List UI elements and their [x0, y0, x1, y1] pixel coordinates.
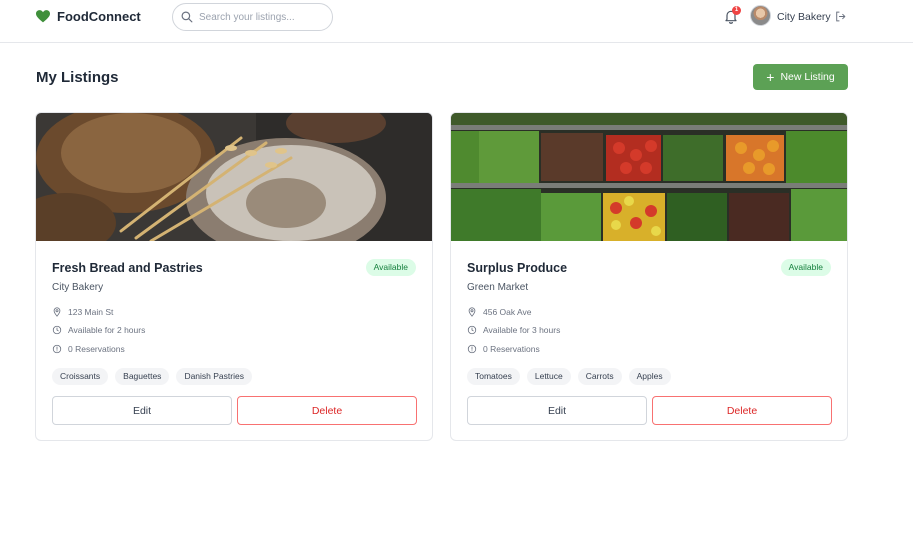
address-text: 456 Oak Ave	[483, 307, 532, 317]
tag: Danish Pastries	[176, 368, 252, 385]
map-pin-icon	[468, 307, 476, 317]
logout-icon[interactable]	[834, 10, 847, 23]
app-name: FoodConnect	[57, 9, 141, 24]
new-listing-button[interactable]: + New Listing	[753, 64, 848, 90]
app-logo[interactable]: FoodConnect	[36, 9, 141, 24]
tag-list: Croissants Baguettes Danish Pastries	[52, 368, 252, 385]
tag-list: Tomatoes Lettuce Carrots Apples	[467, 368, 671, 385]
plus-icon: +	[766, 69, 775, 85]
listing-availability: Available for 2 hours	[52, 325, 145, 335]
listing-reservations: 0 Reservations	[467, 344, 540, 354]
delete-button[interactable]: Delete	[237, 396, 417, 425]
tag: Baguettes	[115, 368, 170, 385]
reservations-text: 0 Reservations	[68, 344, 125, 354]
tag: Carrots	[577, 368, 622, 385]
edit-button[interactable]: Edit	[52, 396, 232, 425]
availability-text: Available for 3 hours	[483, 325, 561, 335]
notification-badge: 1	[732, 6, 741, 15]
listing-card: Fresh Bread and Pastries Available City …	[35, 112, 433, 441]
alert-circle-icon	[52, 344, 62, 354]
listing-title: Surplus Produce	[467, 261, 568, 275]
listing-image-produce	[451, 113, 847, 241]
new-listing-label: New Listing	[780, 71, 835, 83]
listing-address: 123 Main St	[52, 307, 113, 317]
status-badge: Available	[365, 259, 416, 276]
tag: Apples	[628, 368, 671, 385]
user-name[interactable]: City Bakery	[777, 11, 831, 23]
listing-availability: Available for 3 hours	[467, 325, 560, 335]
listing-reservations: 0 Reservations	[52, 344, 125, 354]
clock-icon	[467, 325, 477, 335]
tag: Lettuce	[526, 368, 571, 385]
clock-icon	[52, 325, 62, 335]
availability-text: Available for 2 hours	[68, 325, 146, 335]
listing-image-bread	[36, 113, 432, 241]
heart-icon	[36, 10, 50, 23]
listing-organization: Green Market	[467, 282, 529, 293]
search-input[interactable]	[199, 11, 319, 23]
alert-circle-icon	[467, 344, 477, 354]
tag: Tomatoes	[467, 368, 520, 385]
listing-card: Surplus Produce Available Green Market 4…	[450, 112, 848, 441]
top-navigation-bar: FoodConnect 1 City Bakery	[0, 0, 913, 43]
listing-title: Fresh Bread and Pastries	[52, 261, 203, 275]
avatar[interactable]	[750, 5, 771, 26]
reservations-text: 0 Reservations	[483, 344, 540, 354]
delete-button[interactable]: Delete	[652, 396, 832, 425]
status-badge: Available	[780, 259, 831, 276]
edit-button[interactable]: Edit	[467, 396, 647, 425]
search-box[interactable]	[172, 3, 333, 31]
search-icon	[181, 11, 193, 23]
listing-address: 456 Oak Ave	[467, 307, 532, 317]
page-title: My Listings	[36, 69, 119, 86]
tag: Croissants	[52, 368, 109, 385]
map-pin-icon	[53, 307, 61, 317]
listing-organization: City Bakery	[52, 282, 104, 293]
address-text: 123 Main St	[68, 307, 114, 317]
